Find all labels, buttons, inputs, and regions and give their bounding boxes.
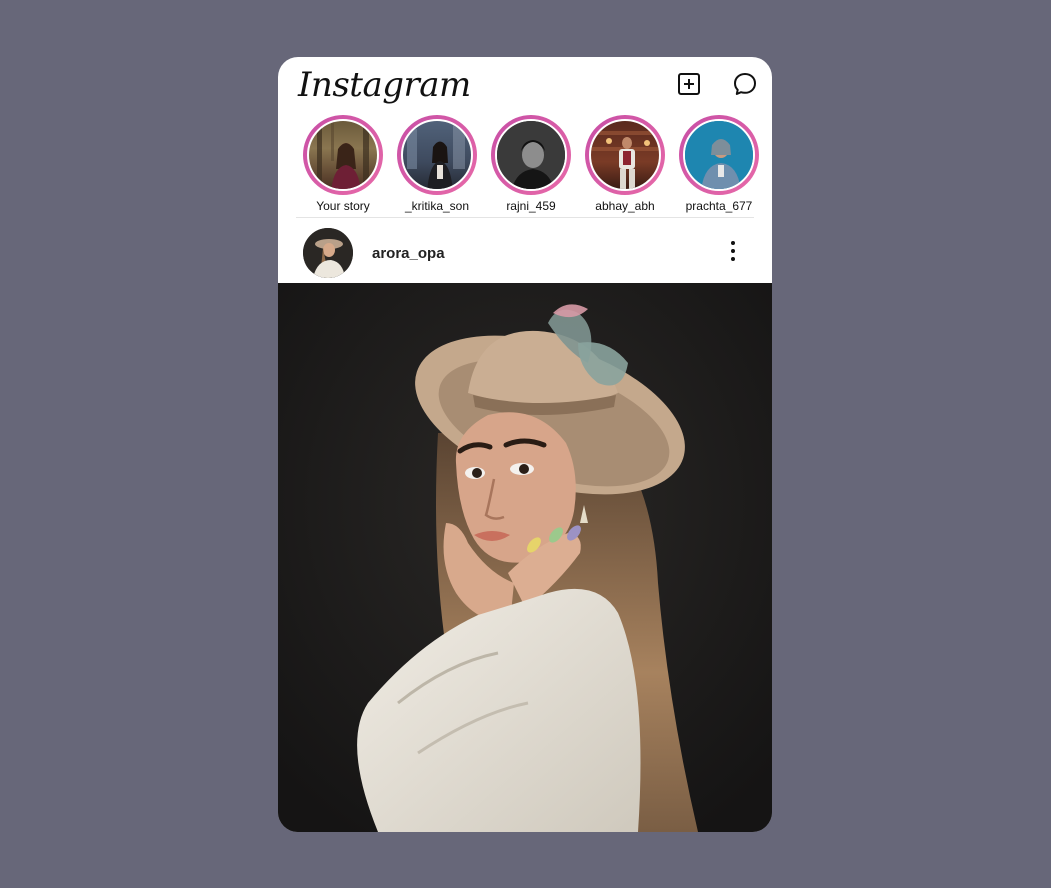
story-label: rajni_459 [506,199,556,213]
story-label: abhay_abh [595,199,655,213]
story-avatar [589,119,661,191]
post-author-avatar[interactable] [303,228,353,278]
story-ring [491,115,571,195]
story-ring [397,115,477,195]
story-label: Your story [316,199,370,213]
post-photo-woman-in-hat [278,283,772,832]
story-kritika[interactable]: _kritika_son [390,115,484,213]
post-image[interactable] [278,283,772,832]
story-rajni[interactable]: rajni_459 [484,115,578,213]
story-prachta[interactable]: prachta_677 [672,115,766,213]
story-label: _kritika_son [404,199,470,213]
stories-row: Your story _kritika_son rajni_459 abhay_… [296,115,766,217]
story-avatar [401,119,473,191]
story-your-story[interactable]: Your story [296,115,390,213]
post-header: arora_opa [278,223,772,283]
instagram-app-card: Instagram Your story _kritika_son rajni_… [278,57,772,832]
more-vertical-icon[interactable] [726,239,740,263]
story-photo-smiling-woman [685,121,753,189]
story-avatar [683,119,755,191]
story-ring [303,115,383,195]
story-avatar [495,119,567,191]
story-photo-seated-man [591,131,659,189]
stories-divider [296,217,754,218]
story-ring [679,115,759,195]
messenger-icon[interactable] [732,71,758,97]
story-avatar [307,119,379,191]
instagram-logo[interactable]: Instagram [298,65,471,105]
story-label: prachta_677 [685,199,753,213]
story-photo-forest-woman [317,121,369,189]
add-post-icon[interactable] [676,71,702,97]
post-avatar-photo [303,228,353,278]
story-ring [585,115,665,195]
story-photo-bw-man [497,121,565,189]
post-username[interactable]: arora_opa [372,245,445,262]
story-photo-city-woman [407,125,465,189]
top-bar: Instagram [278,57,772,113]
story-abhay[interactable]: abhay_abh [578,115,672,213]
